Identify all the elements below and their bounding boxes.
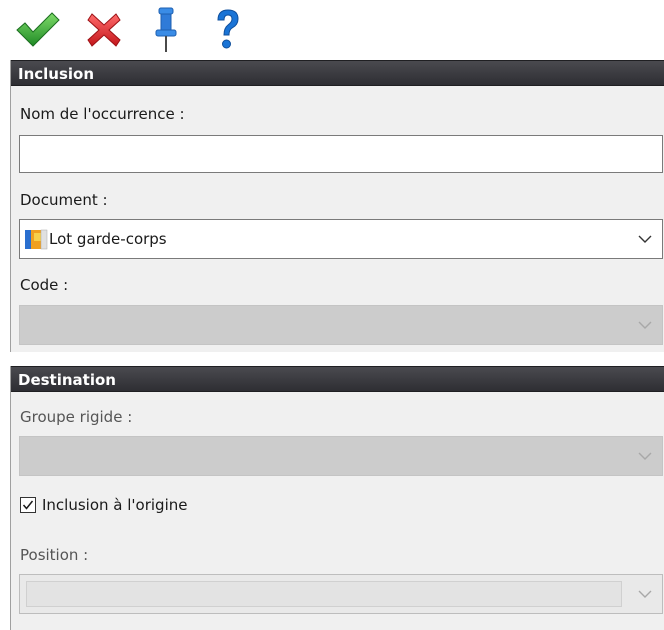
- position-select-inner: [26, 581, 622, 607]
- toolbar: [0, 0, 664, 60]
- chevron-down-icon: [638, 235, 652, 243]
- destination-header: Destination: [11, 366, 664, 392]
- occurrence-name-input[interactable]: [19, 135, 663, 173]
- ok-button[interactable]: [12, 4, 64, 56]
- origin-inclusion-label: Inclusion à l'origine: [42, 496, 188, 514]
- document-icon: [25, 229, 48, 250]
- destination-section: Destination Groupe rigide : Inclusion à …: [10, 366, 664, 630]
- chevron-down-icon: [638, 590, 652, 598]
- code-label: Code :: [20, 276, 69, 294]
- help-button[interactable]: [210, 4, 246, 56]
- rigid-group-select[interactable]: [19, 436, 663, 476]
- rigid-group-label: Groupe rigide :: [20, 408, 133, 426]
- close-icon: [87, 13, 121, 47]
- position-label: Position :: [20, 546, 89, 564]
- document-label: Document :: [20, 191, 108, 209]
- origin-inclusion-checkbox[interactable]: [20, 497, 36, 513]
- occurrence-name-label: Nom de l'occurrence :: [20, 105, 185, 123]
- chevron-down-icon: [638, 452, 652, 460]
- position-select[interactable]: [19, 574, 663, 614]
- code-select[interactable]: [19, 305, 663, 345]
- chevron-down-icon: [638, 321, 652, 329]
- origin-inclusion-checkbox-row[interactable]: Inclusion à l'origine: [20, 496, 187, 514]
- document-select-text: Lot garde-corps: [49, 230, 167, 248]
- document-select-value: Lot garde-corps: [24, 227, 167, 251]
- document-select[interactable]: Lot garde-corps: [19, 219, 663, 259]
- inclusion-section: Inclusion Nom de l'occurrence : Document…: [10, 60, 664, 352]
- check-icon: [22, 500, 34, 510]
- inclusion-header: Inclusion: [11, 60, 664, 86]
- pushpin-icon: [155, 7, 177, 52]
- cancel-button[interactable]: [82, 4, 126, 56]
- checkmark-icon: [16, 12, 60, 47]
- pin-button[interactable]: [146, 4, 186, 56]
- help-icon: [217, 9, 239, 49]
